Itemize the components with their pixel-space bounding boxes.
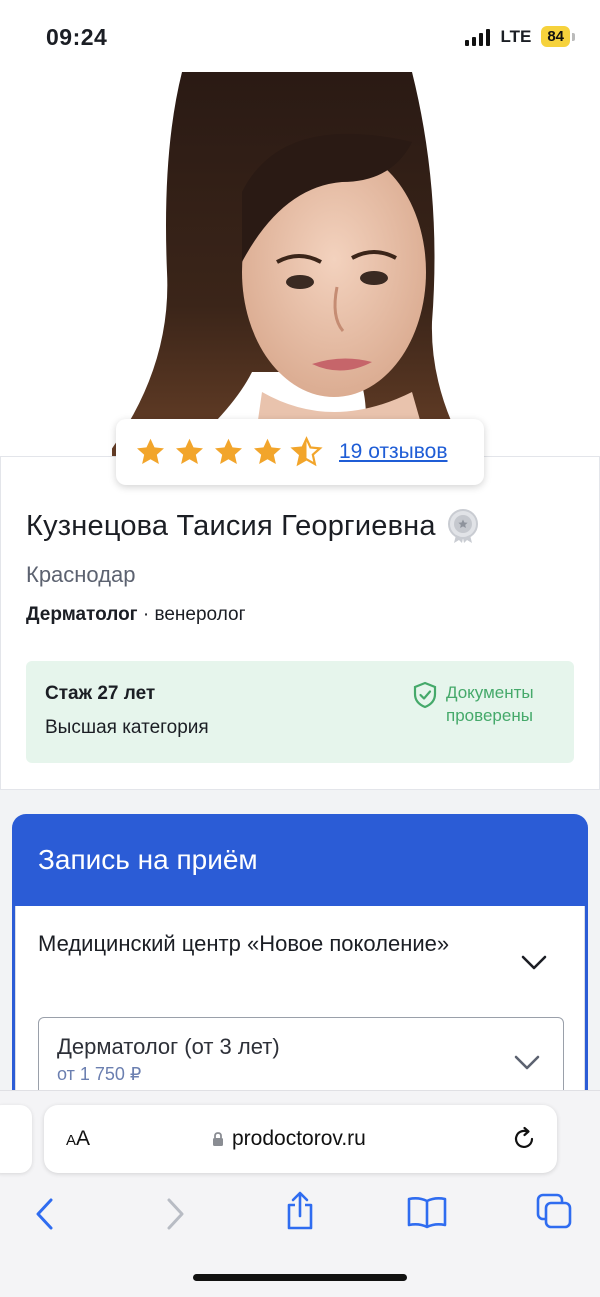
address-bar[interactable]: AA prodoctorov.ru <box>44 1105 557 1173</box>
reload-icon[interactable] <box>511 1125 537 1153</box>
browser-toolbar <box>0 1191 600 1241</box>
category-text: Высшая категория <box>45 717 209 738</box>
documents-label: Документы проверены <box>446 681 534 727</box>
star-icon <box>254 438 281 464</box>
status-indicators: LTE 84 <box>465 26 575 47</box>
star-icon <box>137 438 164 464</box>
lock-icon <box>213 1132 223 1146</box>
status-time: 09:24 <box>46 24 108 50</box>
battery-icon: 84 <box>541 26 575 47</box>
back-icon[interactable] <box>34 1197 56 1231</box>
chevron-down-icon[interactable] <box>520 954 548 972</box>
booking-panel: Запись на приём Медицинский центр «Новое… <box>12 814 588 1166</box>
doctor-photo <box>112 72 488 462</box>
reviews-link[interactable]: 19 отзывов <box>339 440 448 464</box>
service-price: от 1 750 ₽ <box>57 1064 142 1084</box>
chevron-down-icon <box>514 1055 540 1070</box>
star-half-icon <box>290 435 323 466</box>
experience-text: Стаж 27 лет <box>45 683 156 704</box>
star-icon <box>215 438 242 464</box>
experience-box: Стаж 27 лет Высшая категория Документы п… <box>26 661 574 763</box>
clinic-selector[interactable]: Медицинский центр «Новое поколение» <box>38 928 458 960</box>
bookmarks-icon[interactable] <box>406 1195 448 1229</box>
award-badge-icon[interactable] <box>446 508 480 544</box>
doctor-name-row: Кузнецова Таисия Георгиевна <box>26 508 480 544</box>
documents-line1: Документы <box>446 683 534 702</box>
service-name: Дерматолог (от 3 лет) <box>57 1034 280 1059</box>
doctor-city: Краснодар <box>26 562 136 587</box>
previous-tab-preview[interactable] <box>0 1105 32 1173</box>
url-display[interactable]: prodoctorov.ru <box>212 1127 366 1151</box>
status-bar: 09:24 LTE 84 <box>0 0 600 72</box>
home-indicator[interactable] <box>193 1274 407 1281</box>
tabs-icon[interactable] <box>536 1193 574 1231</box>
documents-verified: Документы проверены <box>412 681 534 727</box>
booking-title: Запись на приём <box>38 844 258 875</box>
rating-pill: 19 отзывов <box>116 419 484 485</box>
signal-icon <box>465 28 491 46</box>
specialty-main: Дерматолог <box>26 604 138 625</box>
doctor-specialty: Дерматолог · венеролог <box>26 604 246 626</box>
network-label: LTE <box>500 26 532 46</box>
star-icon <box>176 438 203 464</box>
share-icon[interactable] <box>284 1191 316 1231</box>
url-text: prodoctorov.ru <box>232 1127 366 1150</box>
shield-check-icon <box>413 681 437 709</box>
specialty-rest: · венеролог <box>137 604 246 625</box>
forward-icon[interactable] <box>164 1197 186 1231</box>
browser-bar: AA prodoctorov.ru <box>0 1090 600 1297</box>
doctor-name: Кузнецова Таисия Георгиевна <box>26 509 436 542</box>
doctor-photo-area <box>0 72 600 462</box>
rating-stars <box>134 435 323 469</box>
reader-settings-button[interactable]: AA <box>66 1127 90 1151</box>
documents-line2: проверены <box>446 706 533 725</box>
